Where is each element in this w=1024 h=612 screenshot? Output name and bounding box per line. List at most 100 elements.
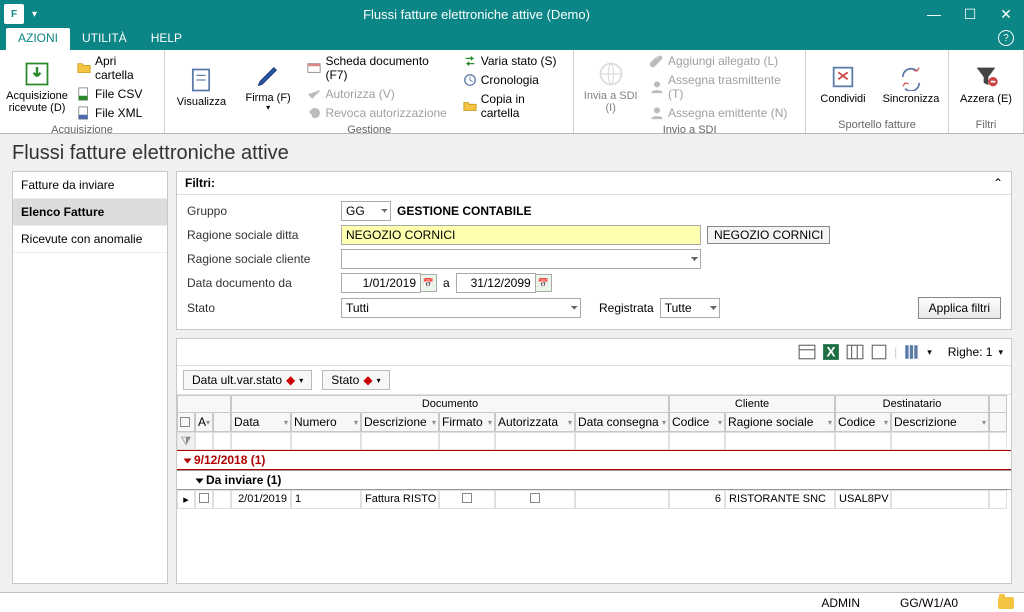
status-user: ADMIN <box>821 596 860 610</box>
col-autorizzata[interactable]: Autorizzata▾ <box>495 412 575 432</box>
help-icon[interactable]: ? <box>998 30 1014 46</box>
table-row[interactable]: ▸ 2/01/2019 1 Fattura RISTO 6 RISTORANTE… <box>177 490 1011 509</box>
rows-dropdown-icon[interactable]: ▾ <box>998 347 1003 358</box>
col-firmato[interactable]: Firmato▾ <box>439 412 495 432</box>
super-documento: Documento <box>231 395 669 412</box>
row-checkbox[interactable] <box>199 493 209 503</box>
cell-numero: 1 <box>291 490 361 509</box>
col-dest-descr[interactable]: Descrizione▾ <box>891 412 989 432</box>
grid-headers: A▾ Data▾ Numero▾ Descrizione▾ Firmato▾ A… <box>177 412 1011 432</box>
ribbon-label-sportello: Sportello fatture <box>812 117 942 131</box>
ribbon-group-acquisizione: Acquisizione ricevute (D) Apri cartella … <box>0 50 165 133</box>
cell-firmato-checkbox[interactable] <box>462 493 472 503</box>
condividi-button[interactable]: Condividi <box>812 52 874 117</box>
ribbon-group-invio-sdi: Invia a SDI (I) Aggiungi allegato (L) As… <box>574 50 806 133</box>
apri-cartella-button[interactable]: Apri cartella <box>74 52 158 84</box>
a-label: a <box>443 276 450 290</box>
file-xml-button[interactable]: File XML <box>74 104 158 122</box>
cronologia-button[interactable]: Cronologia <box>460 71 568 89</box>
cell-data: 2/01/2019 <box>231 490 291 509</box>
grid-tool-4-icon[interactable] <box>870 343 888 361</box>
menu-help[interactable]: HELP <box>139 28 194 50</box>
col-numero[interactable]: Numero▾ <box>291 412 361 432</box>
nav-elenco-fatture[interactable]: Elenco Fatture <box>13 199 167 226</box>
nav-fatture-da-inviare[interactable]: Fatture da inviare <box>13 172 167 199</box>
data-da-input[interactable] <box>341 273 421 293</box>
card-icon <box>307 61 321 75</box>
gruppo-select[interactable]: GG <box>341 201 391 221</box>
folder-icon[interactable] <box>998 597 1014 609</box>
ribbon-group-gestione: Visualizza Firma (F)▾ Scheda documento (… <box>165 50 574 133</box>
filter-panel: Filtri: ⌃ Gruppo GG GESTIONE CONTABILE R… <box>176 171 1012 330</box>
scheda-documento-button[interactable]: Scheda documento (F7) <box>304 52 453 84</box>
acquisizione-ricevute-button[interactable]: Acquisizione ricevute (D) <box>6 52 68 122</box>
data-a-input[interactable] <box>456 273 536 293</box>
calendar-icon[interactable]: 📅 <box>536 274 552 292</box>
col-ragione[interactable]: Ragione sociale▾ <box>725 412 835 432</box>
copy-folder-icon <box>463 99 477 113</box>
user-icon <box>650 106 664 120</box>
ragione-ditta-badge: NEGOZIO CORNICI <box>707 226 830 244</box>
stato-select[interactable]: Tutti <box>341 298 581 318</box>
grid-tool-1-icon[interactable] <box>798 343 816 361</box>
ribbon-group-filtri: Azzera (E) Filtri <box>949 50 1024 133</box>
revoca-button: Revoca autorizzazione <box>304 104 453 122</box>
columns-icon[interactable] <box>903 343 921 361</box>
stato-label: Stato <box>187 301 335 315</box>
group-stato-line[interactable]: Da inviare (1) <box>177 470 1011 490</box>
maximize-button[interactable]: ☐ <box>952 0 988 28</box>
sincronizza-button[interactable]: Sincronizza <box>880 52 942 117</box>
group-pill-2[interactable]: Stato◆▾ <box>322 370 389 390</box>
globe-send-icon <box>597 60 625 88</box>
filter-icon[interactable]: ⧩ <box>177 432 195 450</box>
collapse-icon[interactable]: ⌃ <box>993 176 1003 190</box>
menu-azioni[interactable]: AZIONI <box>6 28 70 50</box>
minimize-button[interactable]: — <box>916 0 952 28</box>
visualizza-button[interactable]: Visualizza <box>171 52 232 122</box>
select-all-checkbox[interactable] <box>180 417 190 427</box>
grid-super-headers: Documento Cliente Destinatario <box>177 395 1011 412</box>
azzera-button[interactable]: Azzera (E) <box>955 52 1017 117</box>
grid-wrap: X | ▾ Righe: 1 ▾ Data ult.var.stato◆▾ St… <box>176 338 1012 584</box>
ragione-ditta-input[interactable] <box>341 225 701 245</box>
pin-icon: ◆ <box>286 373 295 387</box>
registrata-select[interactable]: Tutte <box>660 298 720 318</box>
document-icon <box>187 66 215 94</box>
group-pill-1[interactable]: Data ult.var.stato◆▾ <box>183 370 312 390</box>
group-date-line[interactable]: 9/12/2018 (1) <box>177 450 1011 470</box>
app-icon: F <box>4 4 24 24</box>
firma-label: Firma (F) <box>246 92 291 104</box>
col-a[interactable]: A▾ <box>195 412 213 432</box>
col-codice[interactable]: Codice▾ <box>669 412 725 432</box>
cell-dest-codice: USAL8PV <box>835 490 891 509</box>
applica-filtri-button[interactable]: Applica filtri <box>918 297 1001 319</box>
filter-row: ⧩ <box>177 432 1011 450</box>
menu-utilita[interactable]: UTILITÀ <box>70 28 139 50</box>
grid-tool-3-icon[interactable] <box>846 343 864 361</box>
data-doc-label: Data documento da <box>187 276 335 290</box>
col-data[interactable]: Data▾ <box>231 412 291 432</box>
varia-stato-button[interactable]: Varia stato (S) <box>460 52 568 70</box>
grid-toolbar: X | ▾ Righe: 1 ▾ <box>177 339 1011 366</box>
cell-autorizzata-checkbox[interactable] <box>530 493 540 503</box>
status-bar: ADMIN GG/W1/A0 <box>0 592 1024 612</box>
col-descrizione[interactable]: Descrizione▾ <box>361 412 439 432</box>
col-data-consegna[interactable]: Data consegna▾ <box>575 412 669 432</box>
calendar-icon[interactable]: 📅 <box>421 274 437 292</box>
nav-ricevute-anomalie[interactable]: Ricevute con anomalie <box>13 226 167 253</box>
file-csv-button[interactable]: File CSV <box>74 85 158 103</box>
close-button[interactable]: ✕ <box>988 0 1024 28</box>
ragione-cliente-select[interactable] <box>341 249 701 269</box>
csv-icon <box>77 87 91 101</box>
condividi-label: Condividi <box>820 93 865 105</box>
firma-button[interactable]: Firma (F)▾ <box>238 52 299 122</box>
side-nav: Fatture da inviare Elenco Fatture Ricevu… <box>12 171 168 584</box>
undo-icon <box>307 106 321 120</box>
user-icon <box>650 80 664 94</box>
svg-text:X: X <box>827 345 836 360</box>
col-dest-codice[interactable]: Codice▾ <box>835 412 891 432</box>
funnel-icon <box>972 63 1000 91</box>
ragione-cliente-label: Ragione sociale cliente <box>187 252 335 266</box>
excel-icon[interactable]: X <box>822 343 840 361</box>
copia-cartella-button[interactable]: Copia in cartella <box>460 90 568 122</box>
